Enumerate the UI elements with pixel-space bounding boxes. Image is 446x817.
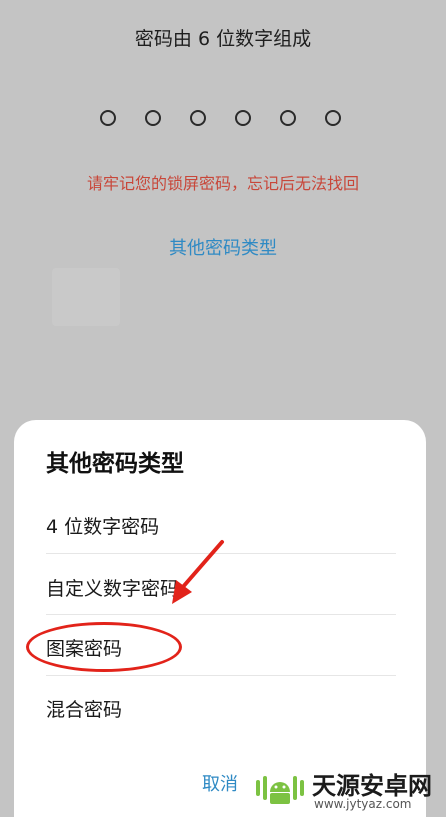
pin-dot-1 [100,110,116,126]
pin-dot-5 [280,110,296,126]
android-logo-icon [256,776,304,804]
sheet-title: 其他密码类型 [46,451,184,477]
background-placeholder [52,268,120,326]
red-arrow-icon [172,540,224,604]
cancel-button[interactable]: 取消 [202,770,238,796]
option-4-digit[interactable]: 4 位数字密码 [46,512,159,539]
password-hint: 密码由 6 位数字组成 [134,28,312,50]
pin-dots [0,110,446,128]
option-mixed[interactable]: 混合密码 [46,695,122,722]
pin-dot-3 [190,110,206,126]
warning-text: 请牢记您的锁屏密码，忘记后无法找回 [86,174,359,193]
pin-dot-4 [235,110,251,126]
highlight-ellipse [26,622,182,672]
watermark-url: www.jytyaz.com [314,797,412,811]
pin-dot-6 [325,110,341,126]
divider [46,675,396,676]
bottom-sheet [14,420,426,817]
divider [46,614,396,615]
other-password-types-link[interactable]: 其他密码类型 [0,234,446,260]
watermark: 天源安卓网 www.jytyaz.com [254,764,444,814]
pin-dot-2 [145,110,161,126]
watermark-name: 天源安卓网 [312,772,432,800]
